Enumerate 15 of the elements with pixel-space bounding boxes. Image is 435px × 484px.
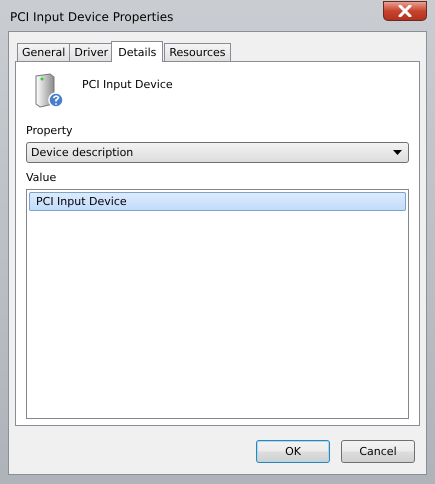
value-item[interactable]: PCI Input Device xyxy=(29,192,406,211)
tab[interactable]: Resources xyxy=(164,43,231,61)
close-button[interactable] xyxy=(383,0,427,20)
property-dropdown[interactable]: Device description xyxy=(26,142,409,163)
tab[interactable]: Details xyxy=(111,41,164,62)
cancel-button[interactable]: Cancel xyxy=(341,440,415,463)
tab[interactable]: General xyxy=(17,43,70,61)
close-icon xyxy=(398,4,412,16)
ok-button[interactable]: OK xyxy=(256,440,330,463)
device-name: PCI Input Device xyxy=(82,77,173,91)
tab[interactable]: Driver xyxy=(69,43,114,61)
value-label: Value xyxy=(26,171,58,184)
property-label: Property xyxy=(26,124,74,137)
window-title: PCI Input Device Properties xyxy=(9,8,174,24)
dropdown-arrow-icon xyxy=(393,150,402,155)
